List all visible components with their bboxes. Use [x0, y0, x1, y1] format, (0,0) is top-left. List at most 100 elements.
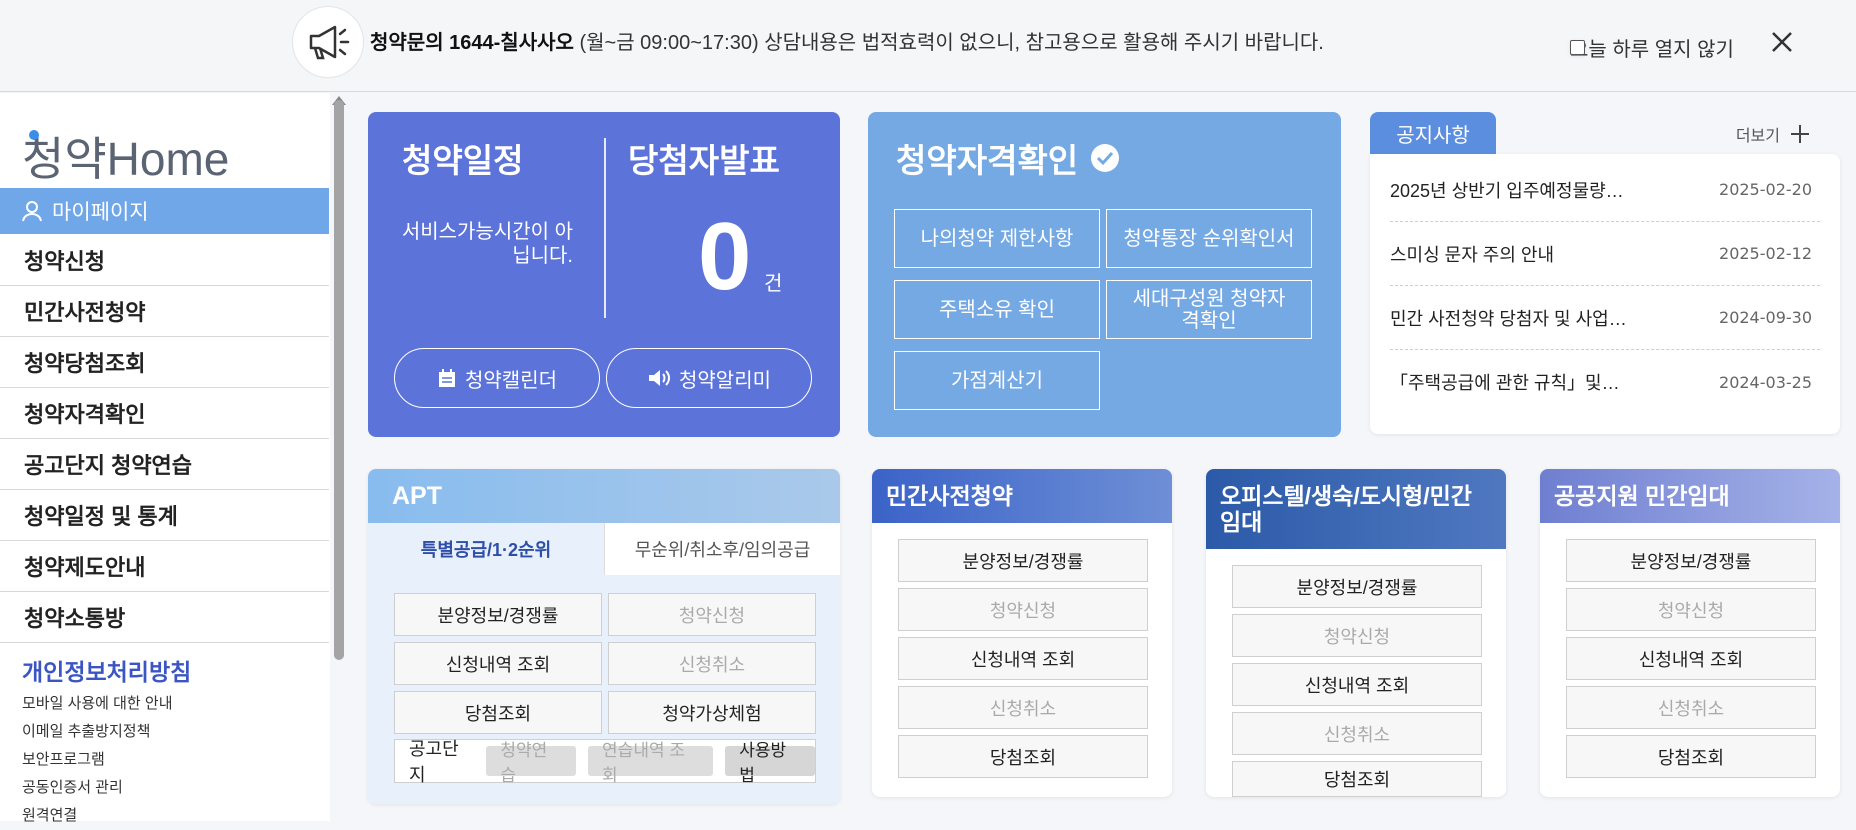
sidebar-menu: 청약신청 민간사전청약 청약당첨조회 청약자격확인 공고단지 청약연습 청약일정…	[0, 235, 329, 643]
usage-chip[interactable]: 사용방법	[725, 741, 815, 785]
notice-row[interactable]: 민간 사전청약 당첨자 및 사업… 2024-09-30	[1390, 286, 1820, 350]
sidebar-item-qualification[interactable]: 청약자격확인	[0, 388, 329, 439]
mobile-usage-link[interactable]: 모바일 사용에 대한 안내	[22, 690, 173, 718]
notice-list: 2025년 상반기 입주예정물량… 2025-02-20 스미싱 문자 주의 안내…	[1370, 154, 1840, 434]
notice-row[interactable]: 2025년 상반기 입주예정물량… 2025-02-20	[1390, 158, 1820, 222]
qualification-title[interactable]: 청약자격확인	[896, 134, 1120, 182]
megaphone-icon	[292, 6, 364, 78]
officetel-apply-button[interactable]: 청약신청	[1232, 614, 1482, 657]
certificate-link[interactable]: 공동인증서 관리	[22, 774, 173, 802]
disclaimer-text: 상담내용은 법적효력이 없으니, 참고용으로 활용해 주시기 바랍니다.	[764, 32, 1324, 54]
practice-bar-label: 공고단지	[409, 739, 459, 785]
apt-winner-button[interactable]: 당첨조회	[394, 691, 602, 734]
notice-title: 「주택공급에 관한 규칙」및…	[1390, 373, 1620, 393]
notice-date: 2025-02-20	[1719, 180, 1812, 199]
contact-number: 청약문의 1644-칠사사오	[370, 32, 574, 54]
sidebar-item-practice[interactable]: 공고단지 청약연습	[0, 439, 329, 490]
apt-apply-button[interactable]: 청약신청	[608, 593, 816, 636]
officetel-history-button[interactable]: 신청내역 조회	[1232, 663, 1482, 706]
sidebar-item-private-pre-sale[interactable]: 민간사전청약	[0, 286, 329, 337]
officetel-cancel-button[interactable]: 신청취소	[1232, 712, 1482, 755]
sidebar-item-communication[interactable]: 청약소통방	[0, 592, 329, 643]
apt-history-button[interactable]: 신청내역 조회	[394, 642, 602, 685]
apt-cancel-button[interactable]: 신청취소	[608, 642, 816, 685]
public-history-button[interactable]: 신청내역 조회	[1566, 637, 1816, 680]
notice-date: 2025-02-12	[1719, 244, 1812, 263]
sidebar-scrollbar[interactable]	[334, 100, 344, 660]
sidebar-item-apply[interactable]: 청약신청	[0, 235, 329, 286]
house-ownership-button[interactable]: 주택소유 확인	[894, 280, 1100, 339]
practice-history-chip[interactable]: 연습내역 조회	[588, 741, 714, 785]
private-sale-info-button[interactable]: 분양정보/경쟁률	[898, 539, 1148, 582]
remote-connect-link[interactable]: 원격연결	[22, 802, 173, 830]
public-sale-info-button[interactable]: 분양정보/경쟁률	[1566, 539, 1816, 582]
dont-open-today-checkbox[interactable]: 오늘 하루 열지 않기	[1570, 33, 1734, 62]
practice-chip[interactable]: 청약연습	[486, 741, 577, 785]
footer-links: 모바일 사용에 대한 안내 이메일 추출방지정책 보안프로그램 공동인증서 관리…	[22, 690, 173, 830]
privacy-policy-link[interactable]: 개인정보처리방침	[22, 653, 191, 687]
tab-special-supply[interactable]: 특별공급/1·2순위	[368, 523, 604, 575]
svg-text:청약Home: 청약Home	[22, 133, 229, 185]
qualification-card: 청약자격확인 나의청약 제한사항 청약통장 순위확인서 주택소유 확인 세대구성…	[868, 112, 1341, 437]
business-hours: (월~금 09:00~17:30)	[579, 32, 759, 54]
officetel-section: 오피스텔/생숙/도시형/민간임대 분양정보/경쟁률 청약신청 신청내역 조회 신…	[1206, 469, 1506, 797]
my-restrictions-button[interactable]: 나의청약 제한사항	[894, 209, 1100, 268]
public-apply-button[interactable]: 청약신청	[1566, 588, 1816, 631]
sidebar-item-schedule-stats[interactable]: 청약일정 및 통계	[0, 490, 329, 541]
security-program-link[interactable]: 보안프로그램	[22, 746, 173, 774]
notice-row[interactable]: 「주택공급에 관한 규칙」및… 2024-03-25	[1390, 350, 1820, 414]
calendar-icon	[439, 369, 455, 387]
apt-sale-info-button[interactable]: 분양정보/경쟁률	[394, 593, 602, 636]
site-logo[interactable]: 청약Home	[22, 127, 242, 187]
notice-date: 2024-09-30	[1719, 308, 1812, 327]
schedule-card: 청약일정 당첨자발표 서비스가능시간이 아닙니다. 0 건 청약캘린더 청약알리…	[368, 112, 840, 437]
dont-open-label: 오늘 하루 열지 않기	[1570, 39, 1734, 61]
schedule-title[interactable]: 청약일정	[402, 134, 523, 182]
sidebar-item-system-guide[interactable]: 청약제도안내	[0, 541, 329, 592]
public-winner-button[interactable]: 당첨조회	[1566, 735, 1816, 778]
practice-bar: 공고단지 청약연습 연습내역 조회 사용방법	[394, 739, 816, 785]
public-cancel-button[interactable]: 신청취소	[1566, 686, 1816, 729]
close-icon[interactable]	[1768, 28, 1796, 56]
card-divider	[604, 138, 606, 318]
calendar-button-label: 청약캘린더	[465, 369, 557, 392]
winner-count-unit: 건	[764, 273, 783, 295]
private-pre-sale-section: 민간사전청약 분양정보/경쟁률 청약신청 신청내역 조회 신청취소 당첨조회	[872, 469, 1172, 797]
plus-icon	[1791, 125, 1809, 143]
winner-count: 0	[698, 203, 752, 310]
mypage-label: 마이페이지	[52, 201, 149, 224]
notice-title: 2025년 상반기 입주예정물량…	[1390, 180, 1624, 201]
tab-notice[interactable]: 공지사항	[1370, 112, 1496, 154]
account-rank-button[interactable]: 청약통장 순위확인서	[1106, 209, 1312, 268]
qualification-title-text: 청약자격확인	[896, 142, 1079, 179]
checkbox-box[interactable]	[1570, 40, 1585, 55]
public-rental-section: 공공지원 민간임대 분양정보/경쟁률 청약신청 신청내역 조회 신청취소 당첨조…	[1540, 469, 1840, 797]
mypage-link[interactable]: 마이페이지	[0, 188, 329, 234]
more-link[interactable]: 더보기	[1736, 122, 1810, 146]
score-calculator-button[interactable]: 가점계산기	[894, 351, 1100, 410]
private-winner-button[interactable]: 당첨조회	[898, 735, 1148, 778]
winners-title[interactable]: 당첨자발표	[628, 134, 780, 182]
apt-title: APT	[368, 469, 840, 523]
speaker-icon	[649, 370, 670, 386]
alarm-button[interactable]: 청약알리미	[606, 348, 812, 408]
notice-date: 2024-03-25	[1719, 372, 1812, 392]
notice-row[interactable]: 스미싱 문자 주의 안내 2025-02-12	[1390, 222, 1820, 286]
announcement-bar: 청약문의 1644-칠사사오 (월~금 09:00~17:30) 상담내용은 법…	[0, 0, 1856, 92]
apt-virtual-button[interactable]: 청약가상체험	[608, 691, 816, 734]
calendar-button[interactable]: 청약캘린더	[394, 348, 600, 408]
officetel-winner-button[interactable]: 당첨조회	[1232, 761, 1482, 797]
private-apply-button[interactable]: 청약신청	[898, 588, 1148, 631]
notice-title: 민간 사전청약 당첨자 및 사업…	[1390, 308, 1627, 329]
private-history-button[interactable]: 신청내역 조회	[898, 637, 1148, 680]
service-unavailable-text: 서비스가능시간이 아닙니다.	[401, 221, 573, 267]
more-label: 더보기	[1735, 128, 1780, 145]
email-policy-link[interactable]: 이메일 추출방지정책	[22, 718, 173, 746]
announcement-text: 청약문의 1644-칠사사오 (월~금 09:00~17:30) 상담내용은 법…	[370, 26, 1324, 55]
officetel-sale-info-button[interactable]: 분양정보/경쟁률	[1232, 565, 1482, 608]
private-cancel-button[interactable]: 신청취소	[898, 686, 1148, 729]
household-qualification-button[interactable]: 세대구성원 청약자격확인	[1106, 280, 1312, 339]
tab-unranked-supply[interactable]: 무순위/취소후/임의공급	[604, 523, 840, 575]
sidebar-item-winner-check[interactable]: 청약당첨조회	[0, 337, 329, 388]
notice-title: 스미싱 문자 주의 안내	[1390, 244, 1555, 265]
